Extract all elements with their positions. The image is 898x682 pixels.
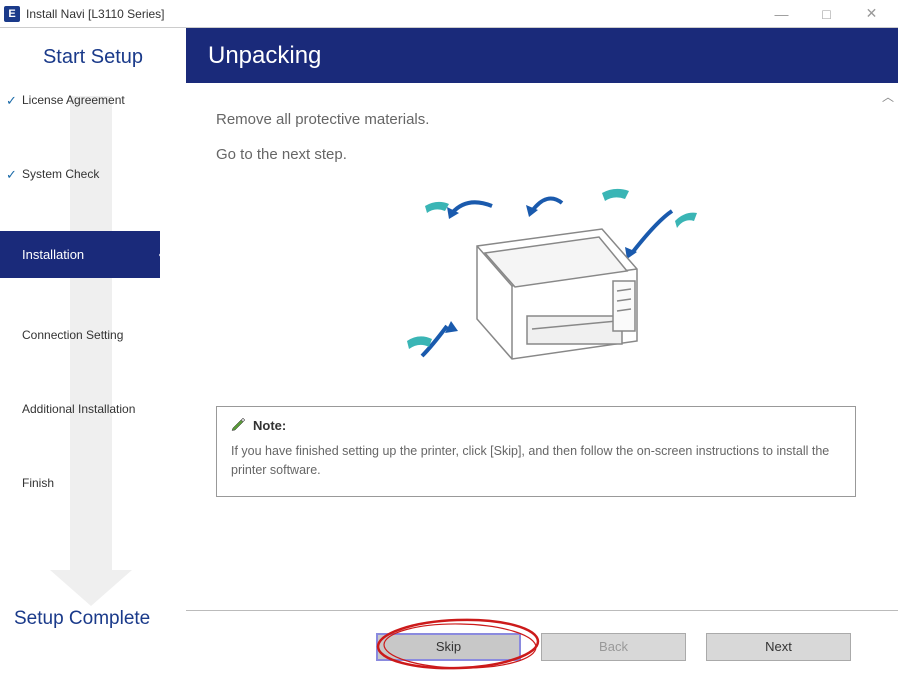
step-connection: Connection Setting [0, 318, 186, 352]
step-additional: Additional Installation [0, 392, 186, 426]
setup-complete-label: Setup Complete [14, 608, 150, 630]
step-label: License Agreement [22, 93, 125, 107]
step-label: Connection Setting [22, 328, 123, 342]
step-label: System Check [22, 167, 99, 181]
progress-arrow-head [50, 570, 132, 606]
bottom-button-bar: Skip Back Next [186, 610, 898, 682]
note-text: If you have finished setting up the prin… [231, 442, 841, 480]
close-button[interactable]: ✕ [849, 0, 894, 28]
titlebar: E Install Navi [L3110 Series] — □ ✕ [0, 0, 898, 28]
note-label: Note: [253, 418, 286, 433]
window-title: Install Navi [L3110 Series] [26, 7, 759, 21]
instruction-line-2: Go to the next step. [216, 146, 868, 163]
maximize-button: □ [804, 0, 849, 28]
printer-unpacking-image [216, 181, 868, 384]
check-icon: ✓ [6, 93, 17, 109]
step-label: Additional Installation [22, 402, 135, 416]
skip-button[interactable]: Skip [376, 633, 521, 661]
app-icon: E [4, 6, 20, 22]
pencil-icon [231, 417, 247, 434]
step-license: ✓ License Agreement [0, 83, 186, 117]
back-button: Back [541, 633, 686, 661]
step-system-check: ✓ System Check [0, 157, 186, 191]
content-area: Unpacking ︿ Remove all protective materi… [186, 28, 898, 608]
step-label: Finish [22, 476, 54, 490]
minimize-button[interactable]: — [759, 0, 804, 28]
step-installation-active: Installation [0, 231, 160, 278]
page-title: Unpacking [208, 42, 321, 70]
note-box: Note: If you have finished setting up th… [216, 406, 856, 497]
header-bar: Unpacking [186, 28, 898, 83]
window-controls: — □ ✕ [759, 0, 894, 28]
sidebar: Start Setup ✓ License Agreement ✓ System… [0, 28, 186, 608]
instruction-line-1: Remove all protective materials. [216, 111, 868, 128]
check-icon: ✓ [6, 167, 17, 183]
start-setup-label: Start Setup [0, 38, 186, 83]
note-header: Note: [231, 417, 841, 434]
step-finish: Finish [0, 466, 186, 500]
next-button[interactable]: Next [706, 633, 851, 661]
step-label: Installation [22, 247, 84, 262]
